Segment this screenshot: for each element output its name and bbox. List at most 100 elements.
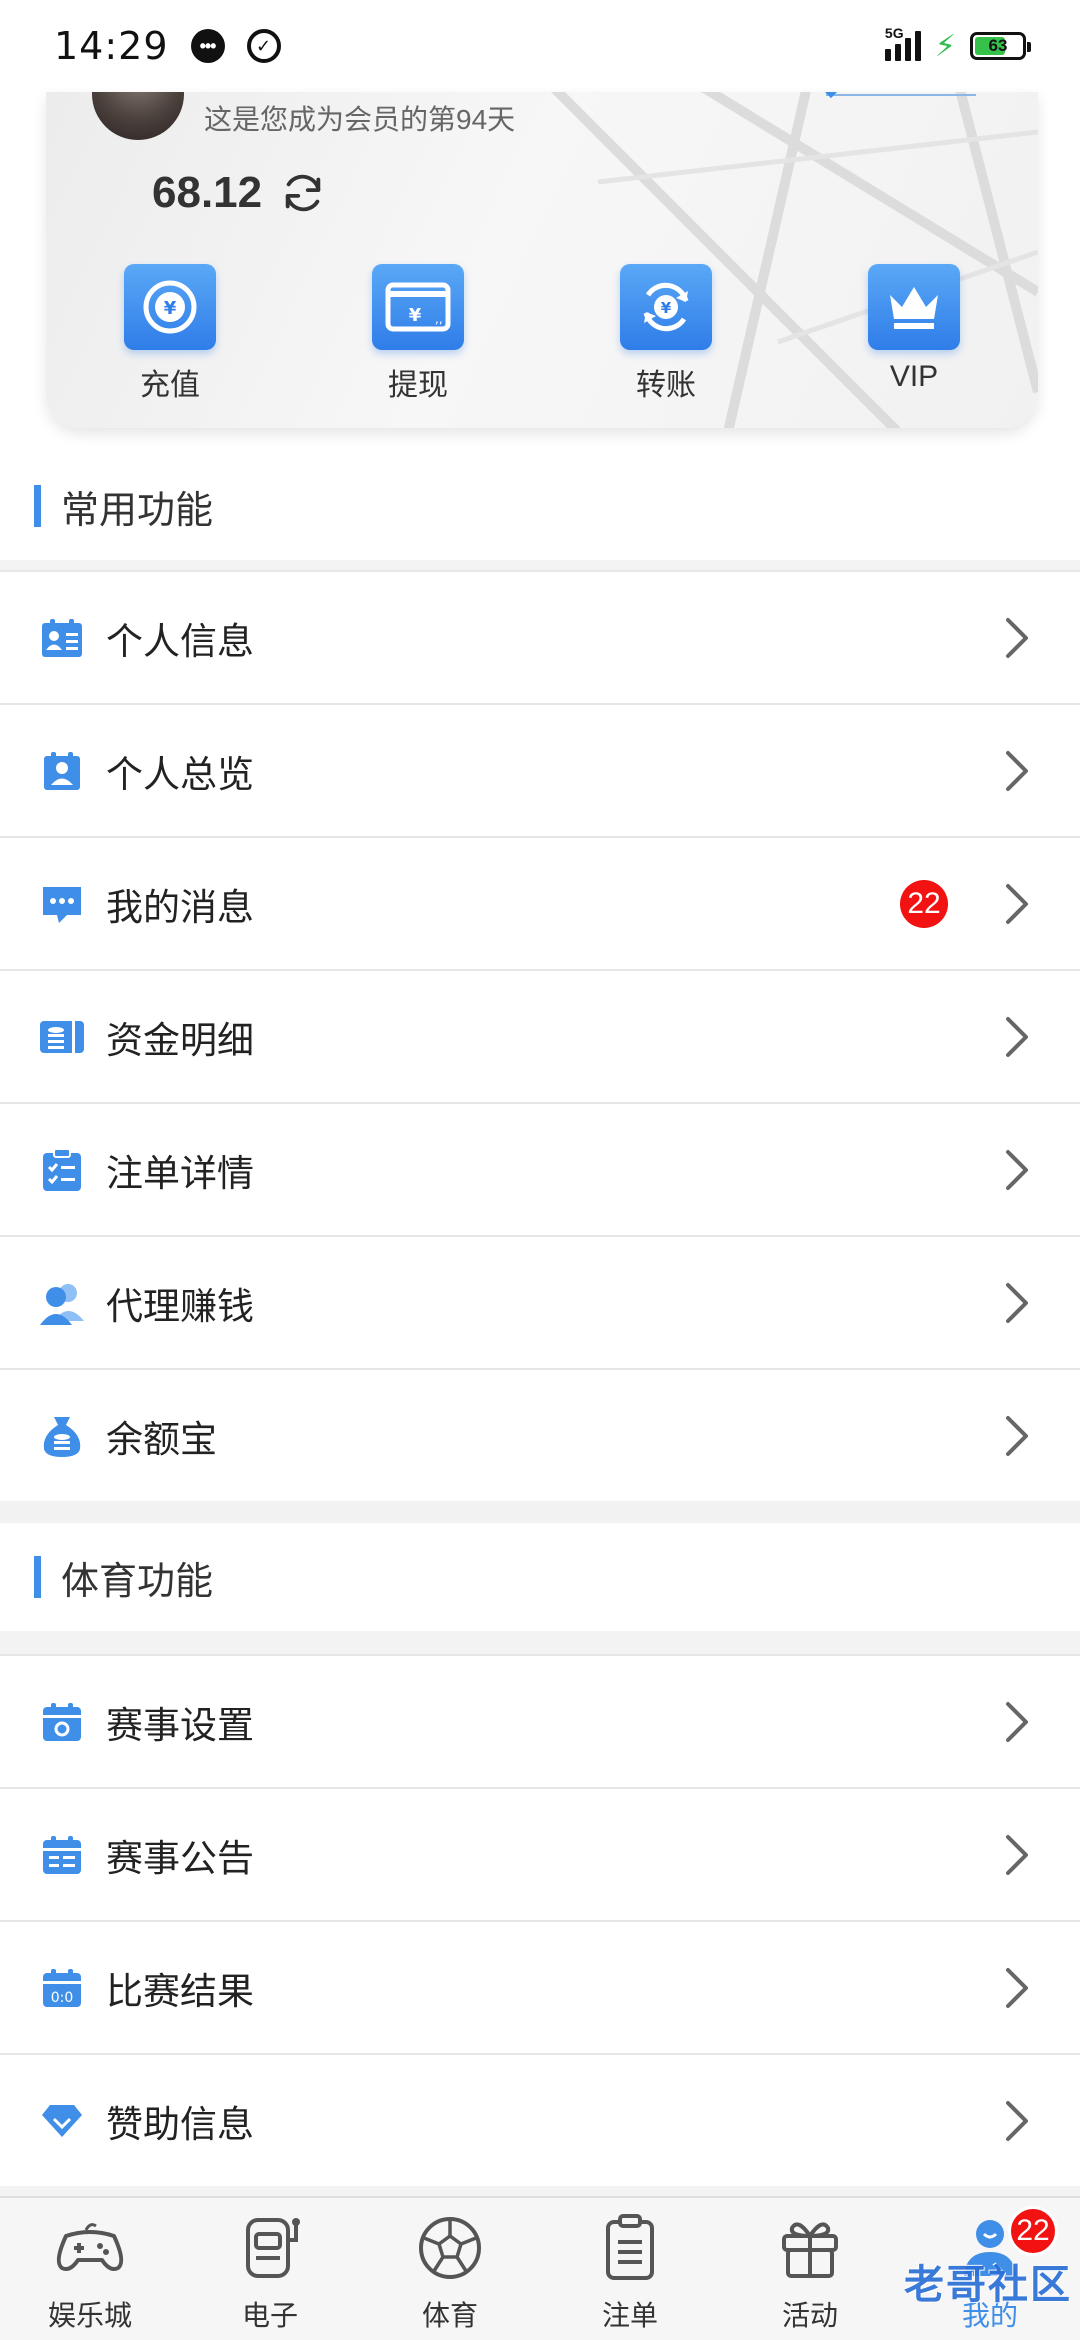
quick-actions: ¥ 充值 ¥,, 提现 ¥ 转账 VIP bbox=[46, 264, 1038, 404]
money-bag-icon bbox=[38, 1412, 86, 1460]
svg-text:0:0: 0:0 bbox=[51, 1990, 74, 2006]
member-card: 这是您成为会员的第94天 68.12 ¥ 充值 ¥,, 提现 ¥ 转账 VIP bbox=[46, 92, 1038, 428]
refresh-icon[interactable] bbox=[280, 170, 326, 216]
status-bar: 14:29 ••• ✓ 5G ⚡ 63 bbox=[0, 0, 1080, 92]
status-time: 14:29 bbox=[54, 24, 169, 68]
menu-label: 个人总览 bbox=[106, 753, 254, 795]
vip-button[interactable]: VIP bbox=[790, 264, 1038, 404]
svg-text:¥: ¥ bbox=[661, 299, 672, 317]
menu-item-my-messages[interactable]: 我的消息 22 bbox=[0, 836, 1080, 969]
agent-users-icon bbox=[38, 1279, 86, 1327]
menu-item-bet-details[interactable]: 注单详情 bbox=[0, 1102, 1080, 1235]
common-section-title: 常用功能 bbox=[61, 489, 214, 532]
calendar-score-icon: 0:0 bbox=[38, 1964, 86, 2012]
chevron-right-icon bbox=[1006, 1149, 1028, 1190]
nav-tab-activity[interactable]: 活动 bbox=[720, 2198, 900, 2340]
battery-level: 63 bbox=[988, 36, 1008, 55]
menu-label: 赛事公告 bbox=[106, 1837, 254, 1879]
chat-bubble-icon bbox=[38, 880, 86, 928]
withdraw-card-icon: ¥,, bbox=[372, 264, 464, 350]
watermark-logo: 老哥社区 bbox=[904, 2261, 1072, 2308]
menu-item-match-notice[interactable]: 赛事公告 bbox=[0, 1787, 1080, 1920]
balance: 68.12 bbox=[152, 168, 326, 218]
chevron-right-icon bbox=[1006, 2100, 1028, 2141]
menu-label: 赞助信息 bbox=[106, 2103, 254, 2145]
chevron-right-icon bbox=[1006, 750, 1028, 791]
menu-label: 我的消息 bbox=[106, 886, 254, 928]
menu-item-match-settings[interactable]: 赛事设置 bbox=[0, 1654, 1080, 1787]
svg-text:,,: ,, bbox=[435, 312, 443, 326]
menu-label: 个人信息 bbox=[106, 620, 254, 662]
recharge-label: 充值 bbox=[140, 369, 200, 402]
menu-item-fund-details[interactable]: 资金明细 bbox=[0, 969, 1080, 1102]
nav-label: 娱乐城 bbox=[47, 2300, 132, 2331]
common-menu-list: 个人信息 个人总览 我的消息 22 资金明细 注单详情 代理赚钱 余额宝 bbox=[0, 570, 1080, 1501]
mine-unread-badge: 22 bbox=[1008, 2206, 1058, 2256]
calendar-notice-icon bbox=[38, 1831, 86, 1879]
wallet-detail-icon bbox=[38, 1013, 86, 1061]
checklist-icon bbox=[38, 1146, 86, 1194]
yuan-coin-icon: ¥ bbox=[124, 264, 216, 350]
svg-text:¥: ¥ bbox=[164, 298, 177, 319]
nav-tab-electronic[interactable]: 电子 bbox=[180, 2198, 360, 2340]
chevron-right-icon bbox=[1006, 617, 1028, 658]
nav-tab-bets[interactable]: 注单 bbox=[540, 2198, 720, 2340]
withdraw-label: 提现 bbox=[388, 369, 448, 402]
gamepad-icon bbox=[56, 2223, 124, 2271]
menu-label: 余额宝 bbox=[106, 1418, 217, 1460]
transfer-label: 转账 bbox=[636, 369, 696, 402]
bottom-nav: 娱乐城 电子 体育 注单 活动 我的 22 老哥社区 bbox=[0, 2196, 1080, 2340]
menu-item-match-results[interactable]: 0:0 比赛结果 bbox=[0, 1920, 1080, 2053]
unread-count-badge: 22 bbox=[900, 879, 948, 928]
chevron-right-icon bbox=[1006, 1701, 1028, 1742]
menu-label: 比赛结果 bbox=[106, 1970, 254, 2012]
member-card-area: 这是您成为会员的第94天 68.12 ¥ 充值 ¥,, 提现 ¥ 转账 VIP bbox=[0, 92, 1080, 464]
recharge-button[interactable]: ¥ 充值 bbox=[46, 264, 294, 404]
menu-label: 代理赚钱 bbox=[106, 1285, 254, 1327]
soccer-ball-icon bbox=[419, 2217, 481, 2279]
vip-label: VIP bbox=[889, 360, 939, 393]
menu-item-balance-treasure[interactable]: 余额宝 bbox=[0, 1368, 1080, 1501]
svg-text:¥: ¥ bbox=[409, 305, 422, 326]
sports-section-title: 体育功能 bbox=[61, 1560, 214, 1603]
clipboard-icon bbox=[606, 2214, 654, 2280]
sports-section-header: 体育功能 bbox=[0, 1523, 1080, 1631]
nav-label: 电子 bbox=[241, 2300, 298, 2331]
withdraw-button[interactable]: ¥,, 提现 bbox=[294, 264, 542, 404]
transfer-icon: ¥ bbox=[620, 264, 712, 350]
section-gap bbox=[0, 1501, 1080, 1523]
id-card-icon bbox=[38, 614, 86, 662]
charging-icon: ⚡ bbox=[934, 29, 956, 63]
crown-icon bbox=[868, 264, 960, 350]
gift-icon bbox=[782, 2222, 838, 2278]
section-accent bbox=[34, 1556, 41, 1598]
menu-label: 注单详情 bbox=[106, 1152, 254, 1194]
battery-icon: 63 bbox=[970, 32, 1031, 60]
nav-label: 活动 bbox=[781, 2300, 838, 2331]
section-accent bbox=[34, 485, 41, 527]
menu-label: 资金明细 bbox=[106, 1019, 254, 1061]
signal-icon: 5G bbox=[884, 25, 921, 61]
menu-item-agent-earn[interactable]: 代理赚钱 bbox=[0, 1235, 1080, 1368]
vip-level-tag[interactable] bbox=[826, 92, 976, 96]
network-type: 5G bbox=[884, 25, 904, 41]
menu-label: 赛事设置 bbox=[106, 1704, 254, 1746]
menu-item-sponsor-info[interactable]: 赞助信息 bbox=[0, 2053, 1080, 2186]
common-section-header: 常用功能 bbox=[0, 452, 1080, 560]
menu-item-personal-overview[interactable]: 个人总览 bbox=[0, 703, 1080, 836]
chevron-right-icon bbox=[1006, 1415, 1028, 1456]
sports-menu-list: 赛事设置 赛事公告 0:0 比赛结果 赞助信息 bbox=[0, 1654, 1080, 2186]
nav-tab-sports[interactable]: 体育 bbox=[360, 2198, 540, 2340]
chevron-right-icon bbox=[1006, 1834, 1028, 1875]
menu-item-personal-info[interactable]: 个人信息 bbox=[0, 570, 1080, 703]
balance-amount: 68.12 bbox=[152, 168, 263, 217]
profile-overview-icon bbox=[38, 747, 86, 795]
slot-machine-icon bbox=[246, 2218, 300, 2278]
member-days-text: 这是您成为会员的第94天 bbox=[204, 104, 516, 135]
nav-tab-casino[interactable]: 娱乐城 bbox=[0, 2198, 180, 2340]
chevron-right-icon bbox=[1006, 883, 1028, 924]
chevron-right-icon bbox=[1006, 1016, 1028, 1057]
transfer-button[interactable]: ¥ 转账 bbox=[542, 264, 790, 404]
chevron-right-icon bbox=[1006, 1967, 1028, 2008]
avatar[interactable] bbox=[92, 92, 184, 140]
